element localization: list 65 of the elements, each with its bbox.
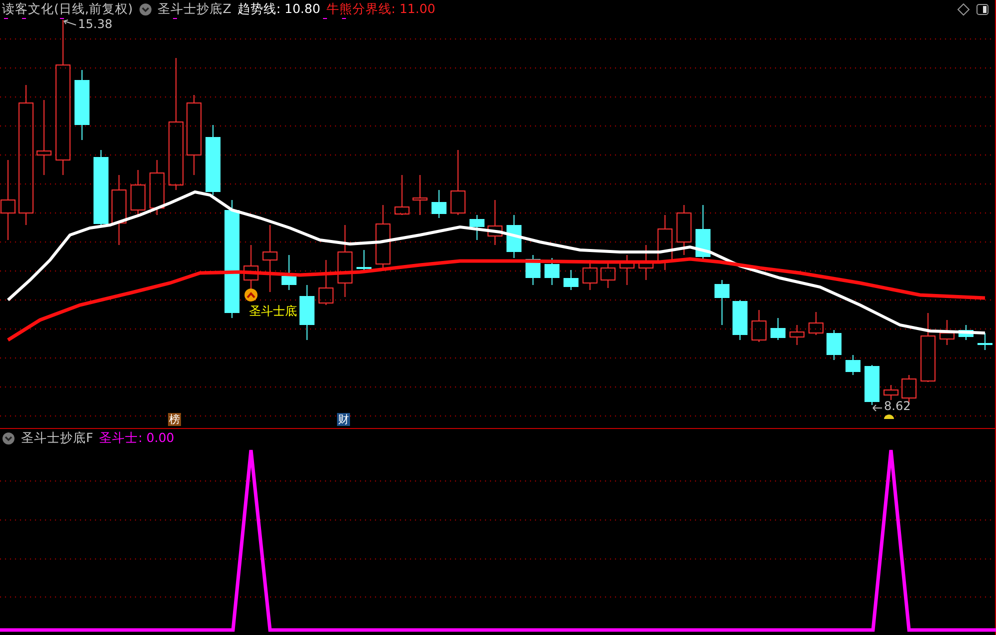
panel-toggle-icon[interactable]: [976, 2, 989, 16]
candlestick: [564, 270, 578, 290]
candlestick: [902, 374, 916, 402]
candlestick: [846, 354, 860, 376]
candlestick: [940, 320, 954, 346]
candlestick: [638, 244, 654, 280]
candlestick: [432, 190, 446, 218]
candlestick: [300, 284, 314, 340]
signal-marker: [323, 18, 327, 19]
leader-line: [64, 20, 76, 26]
candlestick: [282, 254, 296, 290]
candlestick: [790, 324, 804, 346]
candlestick: [770, 318, 786, 340]
event-badge[interactable]: 财: [337, 413, 350, 426]
signal-marker: [22, 18, 26, 19]
candlestick: [262, 224, 278, 292]
candlestick: [826, 330, 842, 360]
candlestick: [544, 258, 560, 286]
candlestick: [394, 174, 410, 216]
low-price-label: 8.62: [884, 400, 911, 413]
indicator-reading: 圣斗士: 0.00: [99, 430, 174, 446]
candlestick: [978, 332, 992, 350]
candlestick: [958, 324, 974, 340]
candlestick: [318, 260, 334, 306]
indicator-reading: 趋势线: 10.80: [237, 0, 320, 18]
indicator-reading: 牛熊分界线: 11.00: [326, 0, 436, 18]
candlestick: [714, 280, 730, 326]
indicator-name[interactable]: 圣斗士抄底Z: [158, 0, 232, 18]
signal-marker: [342, 18, 346, 19]
stock-title: 读客文化(日线,前复权): [2, 0, 133, 18]
candlestick: [506, 214, 522, 258]
candlestick: [884, 384, 898, 400]
candlestick: [920, 312, 936, 382]
candlestick: [488, 200, 502, 246]
signal-marker: [4, 18, 8, 19]
candlestick: [620, 254, 634, 286]
diamond-icon[interactable]: [957, 2, 970, 16]
candlestick: [450, 150, 466, 216]
candlestick: [130, 170, 146, 216]
candlestick: [864, 364, 880, 406]
chevron-down-icon[interactable]: [138, 2, 152, 16]
chevron-down-icon[interactable]: [2, 432, 15, 444]
event-badge[interactable]: 榜: [168, 413, 181, 426]
candlestick: [74, 70, 90, 140]
candlestick: [112, 174, 126, 246]
signal-label: 圣斗士底: [249, 304, 297, 318]
candlestick: [206, 124, 220, 196]
candlestick: [376, 204, 390, 268]
leader-line: [872, 404, 882, 412]
candlestick: [150, 160, 164, 216]
candlestick: [732, 300, 748, 340]
candlestick: [676, 204, 692, 256]
chevron-up-icon: [244, 288, 258, 302]
candlestick: [808, 312, 824, 336]
indicator-name[interactable]: 圣斗士抄底F: [21, 430, 94, 446]
signal-marker: [173, 18, 177, 19]
high-price-label: 15.38: [78, 18, 112, 31]
candlestick: [470, 214, 484, 240]
candlestick: [356, 250, 372, 272]
candlestick: [752, 310, 766, 342]
candlestick: [526, 254, 540, 286]
signal-marker: [60, 18, 64, 19]
candlestick: [658, 214, 672, 270]
candlestick: [600, 262, 616, 288]
candlestick: [412, 174, 428, 216]
